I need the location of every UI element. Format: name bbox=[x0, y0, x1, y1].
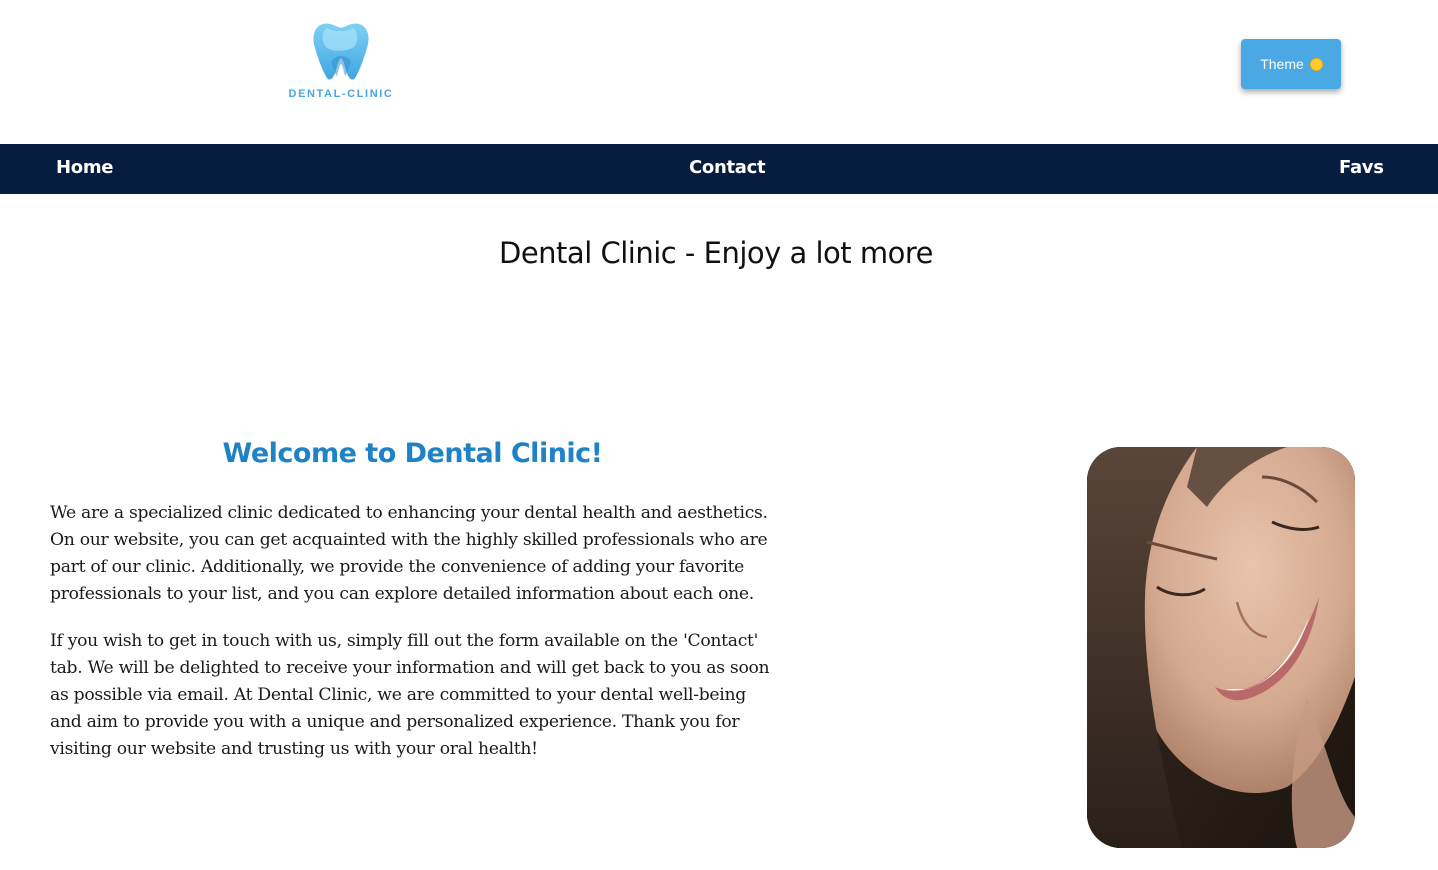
tooth-logo-icon bbox=[313, 23, 369, 80]
contact-paragraph: If you wish to get in touch with us, sim… bbox=[50, 631, 770, 759]
logo-text: DENTAL-CLINIC bbox=[288, 88, 394, 100]
nav-link-favs[interactable]: Favs bbox=[1339, 157, 1384, 178]
welcome-heading: Welcome to Dental Clinic! bbox=[222, 438, 604, 469]
smiling-woman-photo bbox=[1087, 447, 1355, 848]
theme-toggle-button[interactable]: Theme bbox=[1241, 39, 1341, 89]
main-navbar: Home Contact Favs bbox=[0, 144, 1438, 194]
site-header: DENTAL-CLINIC Theme bbox=[0, 0, 1438, 144]
nav-link-home[interactable]: Home bbox=[56, 157, 114, 178]
intro-paragraph: We are a specialized clinic dedicated to… bbox=[50, 503, 768, 604]
page-title: Dental Clinic - Enjoy a lot more bbox=[499, 236, 934, 270]
nav-link-contact[interactable]: Contact bbox=[689, 157, 766, 178]
clinic-logo[interactable]: DENTAL-CLINIC bbox=[278, 18, 404, 110]
sun-icon bbox=[1310, 58, 1322, 70]
theme-button-label: Theme bbox=[1260, 56, 1304, 72]
